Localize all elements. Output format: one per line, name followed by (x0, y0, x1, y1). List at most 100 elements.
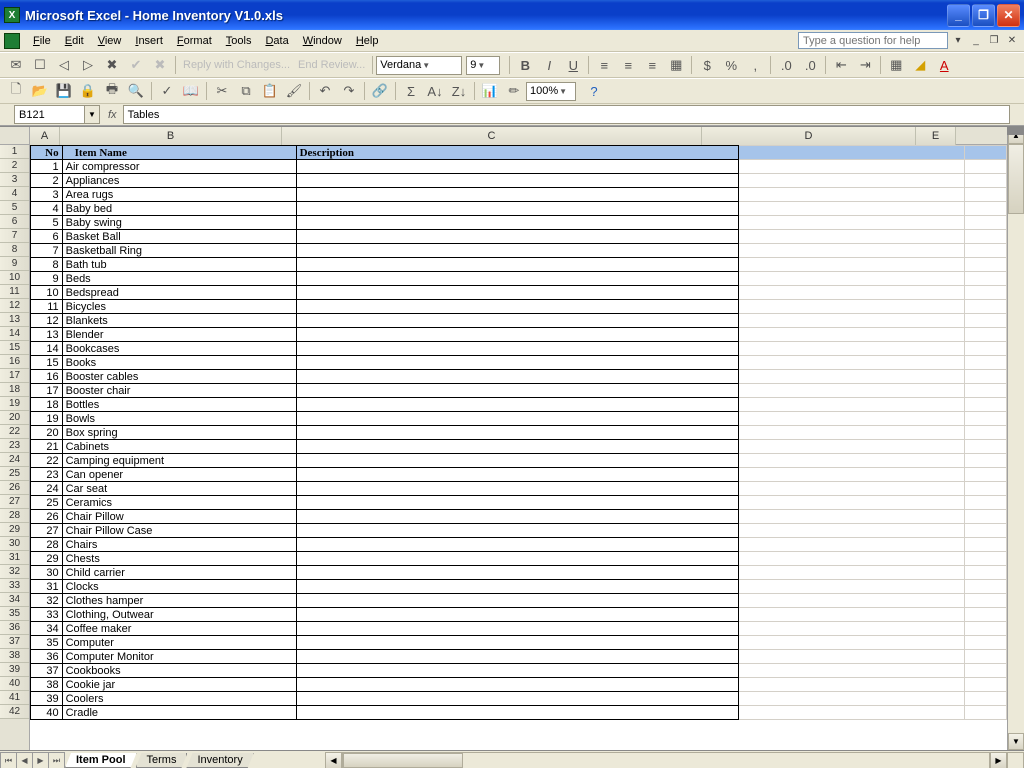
cell-description[interactable] (296, 356, 739, 370)
cell-item-name[interactable]: Books (62, 356, 296, 370)
cell-blank[interactable] (964, 622, 1006, 636)
cell-item-name[interactable]: Air compressor (62, 160, 296, 174)
row-header-24[interactable]: 24 (0, 453, 29, 467)
borders-button[interactable]: ▦ (885, 54, 907, 76)
cell-description[interactable] (296, 440, 739, 454)
cell-description[interactable] (296, 622, 739, 636)
cells-area[interactable]: NoItem NameDescription1Air compressor2Ap… (30, 145, 1007, 750)
cell-blank[interactable] (739, 692, 965, 706)
cell-item-name[interactable]: Chair Pillow Case (62, 524, 296, 538)
cell-no[interactable]: 28 (31, 538, 63, 552)
cell-no[interactable]: 34 (31, 622, 63, 636)
fx-icon[interactable]: fx (108, 109, 117, 121)
row-header-5[interactable]: 5 (0, 201, 29, 215)
cell-item-name[interactable]: Booster chair (62, 384, 296, 398)
menu-insert[interactable]: Insert (128, 33, 170, 49)
cell-description[interactable] (296, 258, 739, 272)
cell-blank[interactable] (739, 468, 965, 482)
spelling-icon[interactable]: ✓ (156, 80, 178, 102)
cell-blank[interactable] (964, 286, 1006, 300)
cell-no[interactable]: 30 (31, 566, 63, 580)
cell-item-name[interactable]: Baby bed (62, 202, 296, 216)
row-header-34[interactable]: 34 (0, 593, 29, 607)
row-header-26[interactable]: 26 (0, 481, 29, 495)
vertical-scroll-thumb[interactable] (1008, 144, 1024, 214)
row-header-2[interactable]: 2 (0, 159, 29, 173)
cell-item-name[interactable]: Beds (62, 272, 296, 286)
cell-no[interactable]: 17 (31, 384, 63, 398)
cell-item-name[interactable]: Bowls (62, 412, 296, 426)
cell-blank[interactable] (739, 552, 965, 566)
cell-item-name[interactable]: Bookcases (62, 342, 296, 356)
cell-no[interactable]: 37 (31, 664, 63, 678)
horizontal-scrollbar[interactable]: ◀ ▶ (325, 752, 1007, 768)
row-header-36[interactable]: 36 (0, 621, 29, 635)
cell-blank[interactable] (739, 272, 965, 286)
menu-data[interactable]: Data (258, 33, 295, 49)
cell-blank[interactable] (739, 412, 965, 426)
open-icon[interactable]: 📂 (29, 80, 51, 102)
cell-blank[interactable] (739, 188, 965, 202)
merge-center-button[interactable]: ▦ (665, 54, 687, 76)
row-header-14[interactable]: 14 (0, 327, 29, 341)
cell-blank[interactable] (739, 300, 965, 314)
header-no[interactable]: No (31, 146, 63, 160)
drawing-icon[interactable]: ✏ (503, 80, 525, 102)
chart-wizard-icon[interactable]: 📊 (479, 80, 501, 102)
cell-blank[interactable] (964, 552, 1006, 566)
cell-blank[interactable] (739, 510, 965, 524)
row-header-39[interactable]: 39 (0, 663, 29, 677)
cell-item-name[interactable]: Cookie jar (62, 678, 296, 692)
row-header-38[interactable]: 38 (0, 649, 29, 663)
paste-icon[interactable]: 📋 (259, 80, 281, 102)
cell-item-name[interactable]: Child carrier (62, 566, 296, 580)
cell-description[interactable] (296, 468, 739, 482)
cell-item-name[interactable]: Box spring (62, 426, 296, 440)
cell-blank[interactable] (964, 482, 1006, 496)
permission-icon[interactable]: 🔒 (77, 80, 99, 102)
sheet-tab-inventory[interactable]: Inventory (186, 753, 253, 768)
cell-blank[interactable] (739, 244, 965, 258)
cell-blank[interactable] (739, 706, 965, 720)
cell-blank[interactable] (739, 566, 965, 580)
scroll-down-button[interactable]: ▼ (1008, 733, 1024, 750)
window-minimize-button[interactable]: _ (947, 4, 970, 27)
cell-no[interactable]: 13 (31, 328, 63, 342)
align-left-button[interactable]: ≡ (593, 54, 615, 76)
mdi-minimize-button[interactable]: _ (968, 34, 984, 48)
cell-blank[interactable] (964, 524, 1006, 538)
help-icon[interactable]: ? (583, 80, 605, 102)
cell-description[interactable] (296, 272, 739, 286)
cell-item-name[interactable]: Basketball Ring (62, 244, 296, 258)
vertical-scrollbar[interactable]: ▲ ▼ (1007, 127, 1024, 750)
row-header-9[interactable]: 9 (0, 257, 29, 271)
cell-blank[interactable] (964, 692, 1006, 706)
name-box-dropdown-icon[interactable]: ▼ (84, 106, 99, 123)
cell-blank[interactable] (739, 398, 965, 412)
cell-no[interactable]: 39 (31, 692, 63, 706)
print-preview-icon[interactable]: 🔍 (125, 80, 147, 102)
bold-button[interactable]: B (514, 54, 536, 76)
column-header-E[interactable]: E (916, 127, 956, 145)
cell-no[interactable]: 32 (31, 594, 63, 608)
decrease-decimal-button[interactable]: .0 (799, 54, 821, 76)
cell-blank[interactable] (739, 664, 965, 678)
cell-no[interactable]: 5 (31, 216, 63, 230)
copy-icon[interactable]: ⧉ (235, 80, 257, 102)
cell-blank[interactable] (739, 426, 965, 440)
cell-item-name[interactable]: Appliances (62, 174, 296, 188)
row-header-4[interactable]: 4 (0, 187, 29, 201)
cell-description[interactable] (296, 426, 739, 440)
row-header-8[interactable]: 8 (0, 243, 29, 257)
row-header-7[interactable]: 7 (0, 229, 29, 243)
cell-blank[interactable] (739, 580, 965, 594)
cell-item-name[interactable]: Booster cables (62, 370, 296, 384)
cell-no[interactable]: 40 (31, 706, 63, 720)
header-item-name[interactable]: Item Name (62, 146, 296, 160)
cell-blank[interactable] (739, 370, 965, 384)
cell-blank[interactable] (964, 300, 1006, 314)
cell-description[interactable] (296, 398, 739, 412)
cell-item-name[interactable]: Baby swing (62, 216, 296, 230)
cell-no[interactable]: 14 (31, 342, 63, 356)
cell-blank[interactable] (739, 230, 965, 244)
